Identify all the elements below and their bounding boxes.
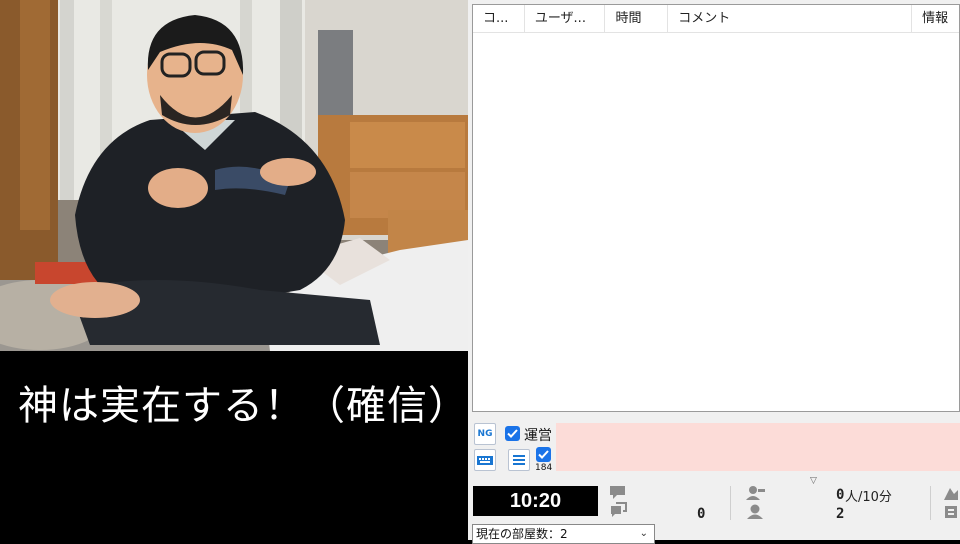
active-viewers-unit: 人/10分 <box>845 490 892 505</box>
anonymous-184-checkbox[interactable] <box>536 447 551 462</box>
room-count-value: 現在の部屋数：2 <box>476 527 568 541</box>
keyboard-icon <box>477 456 493 465</box>
check-icon <box>507 429 518 438</box>
keyboard-button[interactable] <box>474 449 496 471</box>
ng-label: NG <box>477 429 493 439</box>
column-header-time[interactable]: 時間 <box>605 5 669 32</box>
caption-text: 神は実在する！（確信） <box>18 383 469 429</box>
column-header-comment[interactable]: コメント <box>668 5 913 32</box>
elapsed-time: 10:20 <box>473 486 598 516</box>
ad-icon <box>944 488 958 518</box>
column-header-info[interactable]: 情報 <box>912 5 959 32</box>
divider <box>930 486 931 520</box>
total-viewers: 2 <box>836 506 845 522</box>
menu-button[interactable] <box>508 449 530 471</box>
comment-input[interactable] <box>556 423 960 471</box>
ng-settings-button[interactable]: NG <box>474 423 496 445</box>
chevron-down-icon: ⌄ <box>639 528 648 539</box>
check-icon <box>538 450 549 459</box>
comment-count-icon <box>610 486 627 517</box>
viewers-icon <box>746 486 765 519</box>
video-frame-image <box>0 0 468 351</box>
stats-bar: 10:20 0 ▽ 0 人/10分 2 現在の部屋数：2 ⌄ <box>468 476 960 544</box>
admin-checkbox[interactable] <box>505 426 520 441</box>
comment-count: 0 <box>697 506 706 522</box>
active-viewers: 0 <box>836 487 845 503</box>
comment-viewer: コ... ユーザ... 時間 コメント 情報 NG 運営 184 10:20 0… <box>468 0 960 544</box>
video-feed <box>0 0 468 351</box>
caption-area: 神は実在する！（確信） <box>0 351 468 540</box>
post-panel: NG 運営 184 <box>472 420 960 474</box>
anonymous-184-label: 184 <box>535 463 553 473</box>
comment-list[interactable]: コ... ユーザ... 時間 コメント 情報 <box>472 4 960 412</box>
comment-list-header: コ... ユーザ... 時間 コメント 情報 <box>473 5 959 33</box>
divider <box>730 486 731 520</box>
column-header-number[interactable]: コ... <box>473 5 525 32</box>
column-header-user[interactable]: ユーザ... <box>525 5 606 32</box>
hamburger-icon <box>513 455 525 465</box>
room-count-select[interactable]: 現在の部屋数：2 ⌄ <box>472 524 655 544</box>
admin-label: 運営 <box>524 428 552 444</box>
collapse-arrow-icon[interactable]: ▽ <box>810 476 817 486</box>
